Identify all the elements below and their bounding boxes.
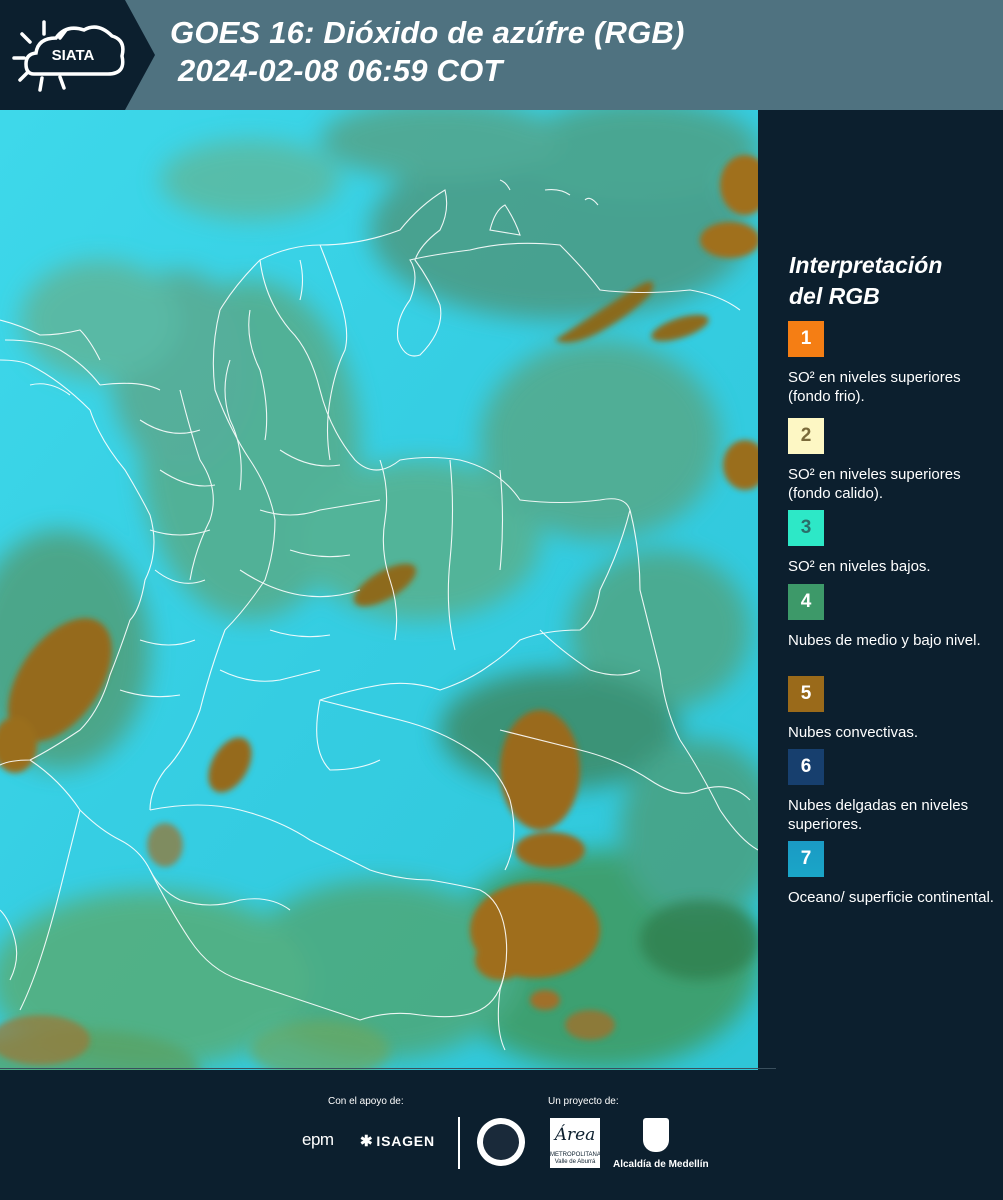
alcaldia-shield-icon[interactable] xyxy=(643,1118,669,1152)
isagen-text: ISAGEN xyxy=(376,1133,435,1149)
title-line-2: 2024-02-08 06:59 COT xyxy=(178,53,503,88)
legend-swatch-3: 3 xyxy=(788,510,824,546)
medellin-seal-icon[interactable] xyxy=(477,1118,525,1166)
siata-logo-text: SIATA xyxy=(52,47,95,64)
legend-text-6: Nubes delgadas en niveles superiores. xyxy=(788,797,969,833)
header-bar: SIATA GOES 16: Dióxido de azúfre (RGB) 2… xyxy=(0,0,1003,110)
legend-item-1: 1 SO² en niveles superiores (fondo frio)… xyxy=(788,321,998,406)
legend-swatch-5: 5 xyxy=(788,676,824,712)
legend-item-2: 2 SO² en niveles superiores (fondo calid… xyxy=(788,418,998,503)
satellite-map[interactable] xyxy=(0,110,758,1070)
legend-swatch-4: 4 xyxy=(788,584,824,620)
legend-swatch-1: 1 xyxy=(788,321,824,357)
isagen-logo[interactable]: ✱ ISAGEN xyxy=(360,1132,435,1150)
legend-text-2: SO² en niveles superiores (fondo calido)… xyxy=(788,466,961,502)
legend-title-line-1: Interpretación xyxy=(789,252,943,278)
support-label: Con el apoyo de: xyxy=(328,1096,404,1107)
legend-swatch-2: 2 xyxy=(788,418,824,454)
legend-item-6: 6 Nubes delgadas en niveles superiores. xyxy=(788,749,998,834)
isagen-mark-icon: ✱ xyxy=(360,1133,374,1150)
title-line-1: GOES 16: Dióxido de azúfre (RGB) xyxy=(170,15,685,50)
legend-text-3: SO² en niveles bajos. xyxy=(788,558,931,575)
epm-logo[interactable]: epm xyxy=(302,1130,334,1150)
footer-divider xyxy=(0,1068,776,1069)
legend-swatch-6: 6 xyxy=(788,749,824,785)
legend-text-4: Nubes de medio y bajo nivel. xyxy=(788,632,981,649)
siata-logo[interactable]: SIATA xyxy=(0,0,155,110)
footer: Con el apoyo de: Un proyecto de: epm ✱ IS… xyxy=(0,1070,1003,1200)
legend-item-7: 7 Oceano/ superficie continental. xyxy=(788,841,998,907)
legend-item-3: 3 SO² en niveles bajos. xyxy=(788,510,998,576)
rgb-legend: Interpretación del RGB 1 SO² en niveles … xyxy=(760,110,1003,1070)
legend-swatch-7: 7 xyxy=(788,841,824,877)
project-label: Un proyecto de: xyxy=(548,1096,619,1107)
area-logo-sub: METROPOLITANA Valle de Aburrá xyxy=(550,1152,601,1165)
legend-item-5: 5 Nubes convectivas. xyxy=(788,676,998,742)
area-metropolitana-logo[interactable]: Área METROPOLITANA Valle de Aburrá xyxy=(550,1118,601,1168)
legend-title: Interpretación del RGB xyxy=(789,250,942,312)
legend-title-line-2: del RGB xyxy=(789,283,880,309)
alcaldia-text: Alcaldía de Medellín xyxy=(613,1159,709,1170)
legend-text-7: Oceano/ superficie continental. xyxy=(788,889,994,906)
area-logo-name: Área xyxy=(554,1125,596,1145)
legend-text-1: SO² en niveles superiores (fondo frio). xyxy=(788,369,961,405)
seal-inner xyxy=(483,1124,519,1160)
footer-vertical-divider xyxy=(458,1117,460,1169)
legend-item-4: 4 Nubes de medio y bajo nivel. xyxy=(788,584,998,650)
page-title: GOES 16: Dióxido de azúfre (RGB) 2024-02… xyxy=(170,14,685,90)
legend-text-5: Nubes convectivas. xyxy=(788,724,919,741)
